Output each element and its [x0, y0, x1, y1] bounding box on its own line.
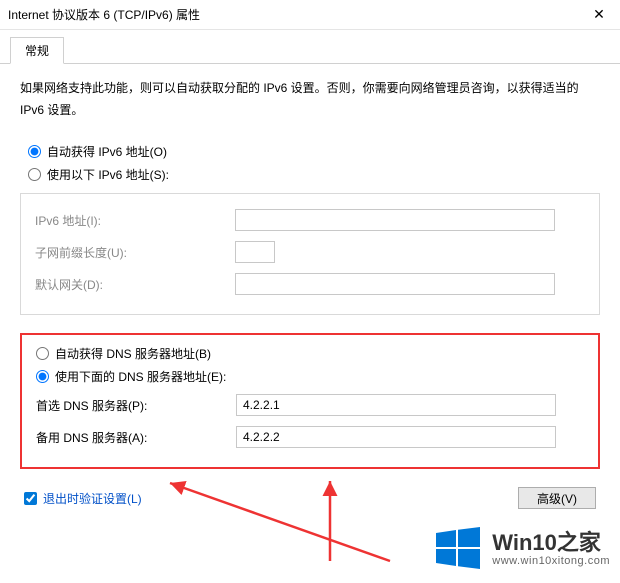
radio-auto-ip-row: 自动获得 IPv6 地址(O) [28, 141, 600, 164]
watermark-url: www.win10xitong.com [492, 555, 610, 567]
radio-auto-dns[interactable] [36, 347, 49, 360]
watermark: Win10之家 www.win10xitong.com [434, 525, 610, 573]
default-gateway-input [235, 273, 555, 295]
field-ipv6-address: IPv6 地址(I): [35, 204, 585, 236]
field-preferred-dns: 首选 DNS 服务器(P): [36, 389, 584, 421]
radio-manual-dns-row: 使用下面的 DNS 服务器地址(E): [36, 366, 584, 389]
radio-manual-dns-label: 使用下面的 DNS 服务器地址(E): [55, 368, 226, 385]
field-prefix-length: 子网前缀长度(U): [35, 236, 585, 268]
alternate-dns-input[interactable] [236, 426, 556, 448]
watermark-title: Win10之家 [492, 531, 610, 555]
description-text: 如果网络支持此功能，则可以自动获取分配的 IPv6 设置。否则，你需要向网络管理… [20, 78, 600, 121]
tab-general[interactable]: 常规 [10, 37, 64, 64]
validate-on-exit-row[interactable]: 退出时验证设置(L) [24, 490, 142, 507]
radio-auto-ip[interactable] [28, 145, 41, 158]
advanced-button[interactable]: 高级(V) [518, 487, 596, 509]
default-gateway-label: 默认网关(D): [35, 276, 235, 293]
validate-on-exit-checkbox[interactable] [24, 492, 37, 505]
preferred-dns-input[interactable] [236, 394, 556, 416]
prefix-length-label: 子网前缀长度(U): [35, 244, 235, 261]
alternate-dns-label: 备用 DNS 服务器(A): [36, 429, 236, 446]
ipv6-address-label: IPv6 地址(I): [35, 212, 235, 229]
tab-strip: 常规 [0, 30, 620, 64]
close-icon: ✕ [593, 6, 605, 23]
dns-group: 自动获得 DNS 服务器地址(B) 使用下面的 DNS 服务器地址(E): 首选… [20, 333, 600, 469]
radio-auto-dns-row: 自动获得 DNS 服务器地址(B) [36, 343, 584, 366]
footer-row: 退出时验证设置(L) 高级(V) [20, 487, 600, 509]
ip-group: IPv6 地址(I): 子网前缀长度(U): 默认网关(D): [20, 193, 600, 315]
radio-auto-dns-label: 自动获得 DNS 服务器地址(B) [55, 345, 211, 362]
windows-logo-icon [434, 525, 482, 573]
field-default-gateway: 默认网关(D): [35, 268, 585, 300]
titlebar: Internet 协议版本 6 (TCP/IPv6) 属性 ✕ [0, 0, 620, 30]
radio-manual-ip-row: 使用以下 IPv6 地址(S): [28, 164, 600, 187]
window-title: Internet 协议版本 6 (TCP/IPv6) 属性 [8, 6, 200, 23]
close-button[interactable]: ✕ [578, 0, 620, 30]
preferred-dns-label: 首选 DNS 服务器(P): [36, 397, 236, 414]
watermark-text: Win10之家 www.win10xitong.com [492, 531, 610, 567]
ipv6-address-input [235, 209, 555, 231]
content-area: 如果网络支持此功能，则可以自动获取分配的 IPv6 设置。否则，你需要向网络管理… [0, 64, 620, 519]
radio-manual-ip-label: 使用以下 IPv6 地址(S): [47, 166, 169, 183]
radio-manual-ip[interactable] [28, 168, 41, 181]
field-alternate-dns: 备用 DNS 服务器(A): [36, 421, 584, 453]
prefix-length-input [235, 241, 275, 263]
validate-on-exit-label: 退出时验证设置(L) [43, 490, 142, 507]
radio-auto-ip-label: 自动获得 IPv6 地址(O) [47, 143, 167, 160]
radio-manual-dns[interactable] [36, 370, 49, 383]
